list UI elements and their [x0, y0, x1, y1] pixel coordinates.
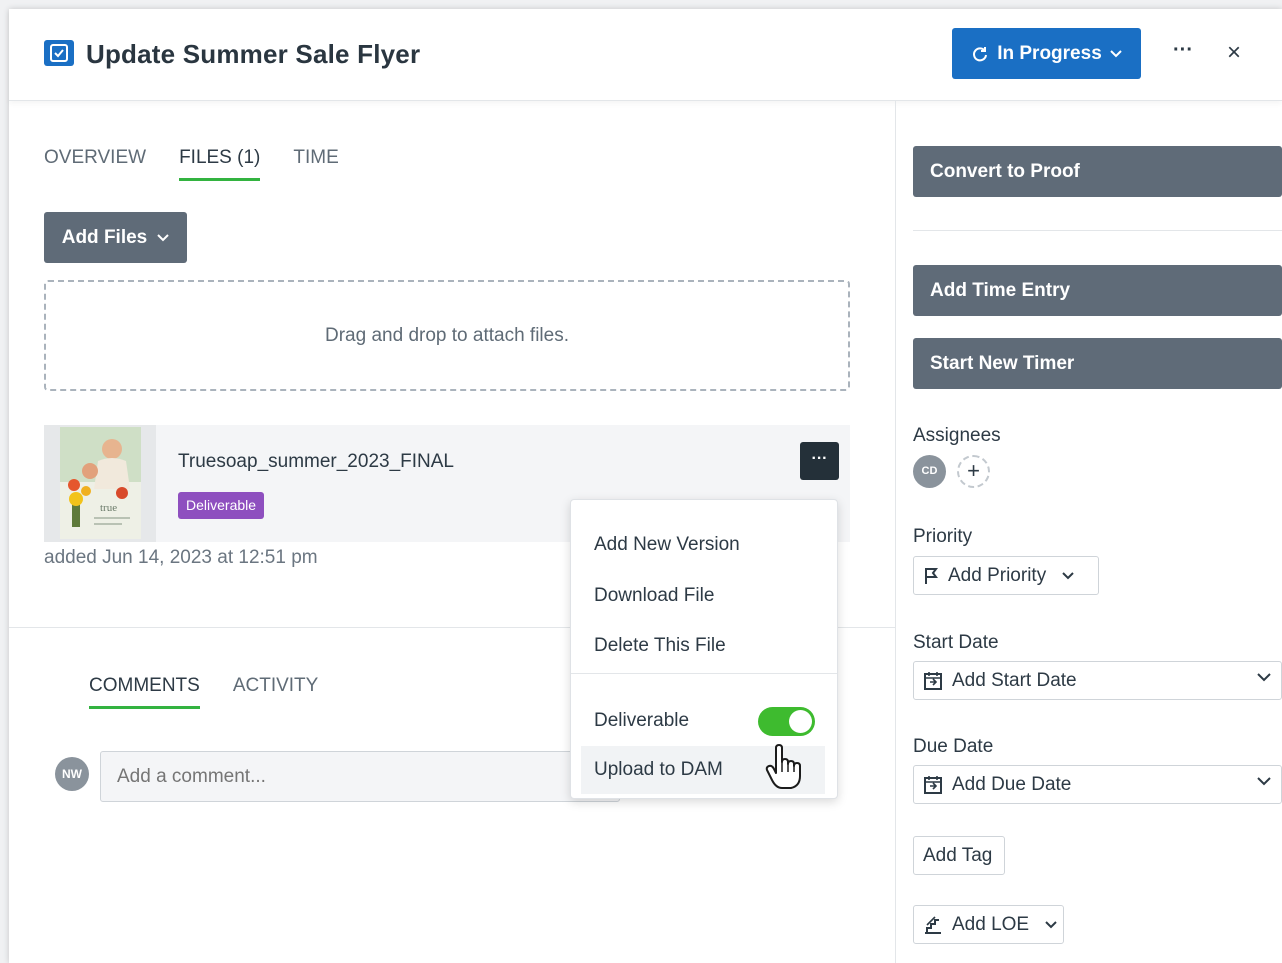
- due-date-value: Add Due Date: [952, 773, 1072, 795]
- start-date-picker[interactable]: Add Start Date: [913, 661, 1282, 700]
- task-panel: Update Summer Sale Flyer In Progress ···…: [9, 9, 1282, 963]
- file-dropzone[interactable]: Drag and drop to attach files.: [44, 280, 850, 391]
- file-more-button[interactable]: ···: [800, 442, 839, 480]
- menu-divider: [571, 673, 837, 674]
- tab-overview[interactable]: OVERVIEW: [44, 147, 146, 181]
- deliverable-badge: Deliverable: [178, 492, 265, 519]
- comment-tabs: COMMENTS ACTIVITY: [89, 675, 318, 709]
- file-actions-menu: Add New Version Download File Delete Thi…: [570, 499, 838, 799]
- hand-cursor-icon: [765, 744, 801, 789]
- start-new-timer-button[interactable]: Start New Timer: [913, 338, 1282, 389]
- level-of-effort-icon: [925, 915, 941, 934]
- flyer-brand-text: true: [100, 502, 117, 514]
- priority-label: Priority: [913, 526, 973, 547]
- assignees-label: Assignees: [913, 425, 1001, 446]
- more-options-button[interactable]: ···: [1170, 40, 1196, 66]
- tab-comments[interactable]: COMMENTS: [89, 675, 200, 709]
- priority-value: Add Priority: [948, 564, 1047, 586]
- flyer-preview-image: true: [60, 427, 141, 539]
- convert-to-proof-button[interactable]: Convert to Proof: [913, 146, 1282, 197]
- assignee-avatar[interactable]: CD: [913, 455, 946, 488]
- chevron-down-icon: [1110, 49, 1122, 57]
- priority-dropdown[interactable]: Add Priority: [913, 556, 1099, 595]
- start-date-label: Start Date: [913, 632, 999, 653]
- loe-dropdown[interactable]: Add LOE: [913, 905, 1064, 944]
- chevron-down-icon: [1257, 777, 1271, 786]
- chevron-down-icon: [1045, 920, 1057, 928]
- deliverable-toggle[interactable]: [758, 707, 815, 736]
- dropzone-text: Drag and drop to attach files.: [325, 324, 569, 346]
- chevron-down-icon: [1062, 571, 1074, 579]
- add-files-label: Add Files: [61, 226, 148, 248]
- toggle-knob: [789, 710, 812, 733]
- calendar-icon: [924, 671, 942, 690]
- tab-activity[interactable]: ACTIVITY: [233, 675, 319, 709]
- flag-icon: [925, 567, 938, 584]
- menu-item-download-file[interactable]: Download File: [571, 572, 837, 620]
- add-files-button[interactable]: Add Files: [44, 212, 187, 263]
- start-date-value: Add Start Date: [952, 669, 1077, 691]
- tab-files[interactable]: FILES (1): [179, 147, 261, 181]
- file-name[interactable]: Truesoap_summer_2023_FINAL: [178, 451, 454, 473]
- chevron-down-icon: [157, 233, 169, 241]
- comment-input[interactable]: [100, 751, 620, 802]
- chevron-down-icon: [1257, 673, 1271, 682]
- refresh-icon: [973, 46, 988, 61]
- main-tabs: OVERVIEW FILES (1) TIME: [44, 147, 339, 181]
- add-time-entry-button[interactable]: Add Time Entry: [913, 265, 1282, 316]
- task-header: Update Summer Sale Flyer In Progress ···…: [9, 9, 1282, 101]
- loe-value: Add LOE: [952, 913, 1030, 935]
- sidebar-divider: [895, 101, 896, 963]
- file-added-date: added Jun 14, 2023 at 12:51 pm: [44, 547, 318, 568]
- add-tag-button[interactable]: Add Tag: [913, 836, 1005, 875]
- close-button[interactable]: ×: [1221, 40, 1247, 66]
- menu-item-delete-file[interactable]: Delete This File: [571, 622, 837, 670]
- user-avatar: NW: [55, 757, 89, 791]
- status-dropdown-button[interactable]: In Progress: [952, 28, 1141, 79]
- task-checkbox-icon: [44, 40, 74, 66]
- due-date-picker[interactable]: Add Due Date: [913, 765, 1282, 804]
- page-title: Update Summer Sale Flyer: [86, 39, 421, 69]
- status-label: In Progress: [997, 42, 1102, 64]
- add-tag-label: Add Tag: [923, 844, 993, 866]
- tab-time[interactable]: TIME: [293, 147, 338, 181]
- file-thumbnail[interactable]: true: [44, 425, 156, 542]
- due-date-label: Due Date: [913, 736, 994, 757]
- menu-item-add-new-version[interactable]: Add New Version: [571, 521, 837, 569]
- calendar-icon: [924, 775, 942, 794]
- sidebar-separator: [913, 230, 1282, 231]
- add-assignee-button[interactable]: +: [957, 455, 990, 488]
